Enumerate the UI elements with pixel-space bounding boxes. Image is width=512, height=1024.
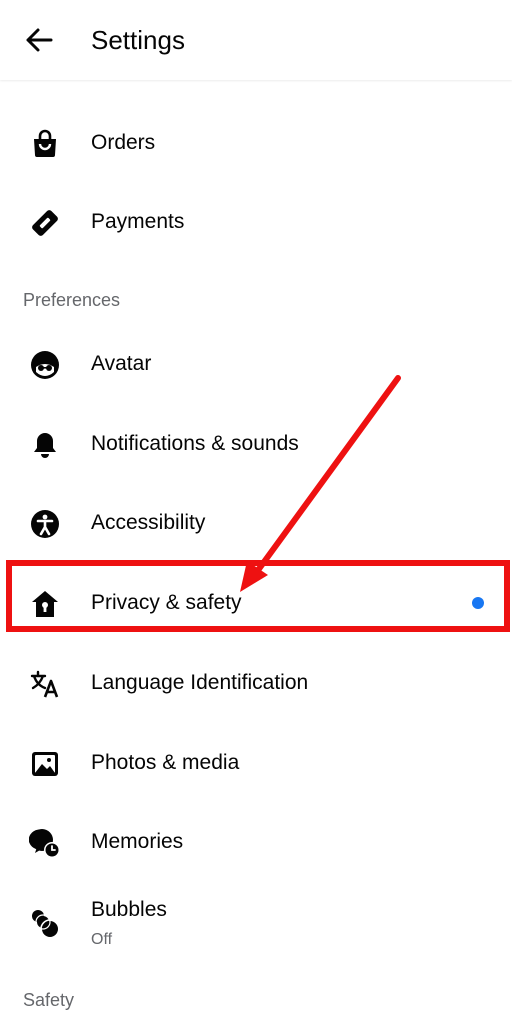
arrow-left-icon[interactable] (24, 25, 54, 55)
settings-item-payments[interactable]: Payments (0, 183, 512, 261)
settings-item-notifications[interactable]: Notifications & sounds (0, 405, 512, 483)
settings-item-label: Payments (91, 210, 185, 233)
app-bar: Settings (0, 0, 512, 80)
settings-item-label: Language Identification (91, 671, 309, 694)
settings-item-privacy-safety[interactable]: Privacy & safety (0, 564, 512, 642)
settings-item-label: Orders (91, 131, 156, 154)
house-lock-icon (32, 591, 58, 617)
accessibility-icon (31, 510, 59, 538)
page-title: Settings (91, 25, 185, 55)
settings-item-avatar[interactable]: Avatar (0, 325, 512, 403)
memories-clock-icon (29, 829, 60, 858)
settings-item-label: Memories (91, 830, 184, 853)
settings-item-label: Privacy & safety (91, 591, 242, 614)
bell-icon (34, 433, 56, 458)
settings-item-accessibility[interactable]: Accessibility (0, 484, 512, 562)
translate-icon (30, 670, 59, 698)
payment-tag-icon (32, 210, 58, 236)
settings-item-label: Accessibility (91, 511, 206, 534)
shopping-bag-icon (34, 129, 56, 157)
unread-dot (472, 597, 484, 609)
settings-item-bubbles[interactable]: Bubbles Off (0, 883, 512, 961)
section-header-safety: Safety (23, 990, 75, 1010)
settings-item-sublabel: Off (91, 931, 113, 948)
settings-item-label: Bubbles (91, 898, 167, 921)
settings-item-memories[interactable]: Memories (0, 803, 512, 881)
settings-item-label: Notifications & sounds (91, 432, 299, 455)
bubbles-icon (32, 910, 60, 939)
settings-item-language[interactable]: Language Identification (0, 644, 512, 722)
settings-item-label: Avatar (91, 352, 152, 375)
settings-item-label: Photos & media (91, 751, 240, 774)
settings-item-photos-media[interactable]: Photos & media (0, 724, 512, 802)
image-icon (32, 752, 58, 776)
settings-item-orders[interactable]: Orders (0, 104, 512, 182)
section-header-preferences: Preferences (23, 290, 121, 310)
avatar-face-icon (31, 351, 59, 379)
